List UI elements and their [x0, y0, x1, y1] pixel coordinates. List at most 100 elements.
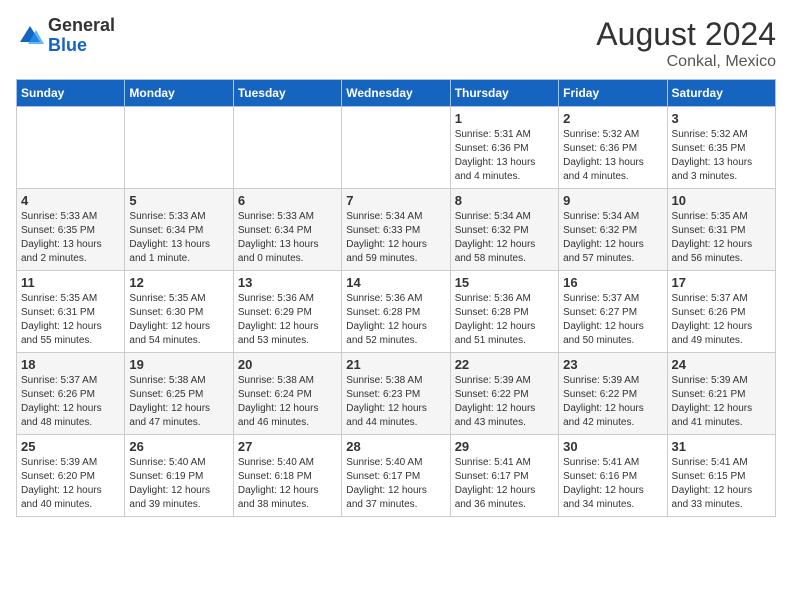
- calendar-cell: 22 Sunrise: 5:39 AM Sunset: 6:22 PM Dayli…: [450, 353, 558, 435]
- logo-general-text: General: [48, 15, 115, 35]
- calendar-cell: 27 Sunrise: 5:40 AM Sunset: 6:18 PM Dayli…: [233, 435, 341, 517]
- day-number: 24: [672, 357, 771, 372]
- day-number: 29: [455, 439, 554, 454]
- calendar-header-row: SundayMondayTuesdayWednesdayThursdayFrid…: [17, 80, 776, 107]
- calendar-cell: 28 Sunrise: 5:40 AM Sunset: 6:17 PM Dayli…: [342, 435, 450, 517]
- day-info: Sunrise: 5:35 AM Sunset: 6:30 PM Dayligh…: [129, 292, 228, 348]
- day-info: Sunrise: 5:35 AM Sunset: 6:31 PM Dayligh…: [21, 292, 120, 348]
- header-day-tuesday: Tuesday: [233, 80, 341, 107]
- title-block: August 2024 Conkal, Mexico: [596, 16, 776, 71]
- day-number: 2: [563, 111, 662, 126]
- day-info: Sunrise: 5:35 AM Sunset: 6:31 PM Dayligh…: [672, 210, 771, 266]
- day-info: Sunrise: 5:32 AM Sunset: 6:35 PM Dayligh…: [672, 128, 771, 184]
- day-number: 10: [672, 193, 771, 208]
- day-info: Sunrise: 5:40 AM Sunset: 6:19 PM Dayligh…: [129, 456, 228, 512]
- calendar-cell: 17 Sunrise: 5:37 AM Sunset: 6:26 PM Dayli…: [667, 271, 775, 353]
- day-number: 1: [455, 111, 554, 126]
- day-info: Sunrise: 5:41 AM Sunset: 6:16 PM Dayligh…: [563, 456, 662, 512]
- calendar-cell: 2Sunrise: 5:32 AM Sunset: 6:36 PM Daylig…: [559, 107, 667, 189]
- calendar-cell: 19 Sunrise: 5:38 AM Sunset: 6:25 PM Dayli…: [125, 353, 233, 435]
- day-number: 13: [238, 275, 337, 290]
- calendar-cell: 25 Sunrise: 5:39 AM Sunset: 6:20 PM Dayli…: [17, 435, 125, 517]
- day-number: 21: [346, 357, 445, 372]
- day-info: Sunrise: 5:38 AM Sunset: 6:23 PM Dayligh…: [346, 374, 445, 430]
- day-info: Sunrise: 5:41 AM Sunset: 6:15 PM Dayligh…: [672, 456, 771, 512]
- day-info: Sunrise: 5:31 AM Sunset: 6:36 PM Dayligh…: [455, 128, 554, 184]
- day-number: 12: [129, 275, 228, 290]
- day-number: 8: [455, 193, 554, 208]
- day-info: Sunrise: 5:33 AM Sunset: 6:34 PM Dayligh…: [238, 210, 337, 266]
- day-info: Sunrise: 5:40 AM Sunset: 6:17 PM Dayligh…: [346, 456, 445, 512]
- day-info: Sunrise: 5:39 AM Sunset: 6:21 PM Dayligh…: [672, 374, 771, 430]
- calendar-cell: 26 Sunrise: 5:40 AM Sunset: 6:19 PM Dayli…: [125, 435, 233, 517]
- day-number: 11: [21, 275, 120, 290]
- calendar-cell: 31Sunrise: 5:41 AM Sunset: 6:15 PM Dayli…: [667, 435, 775, 517]
- calendar-cell: 6 Sunrise: 5:33 AM Sunset: 6:34 PM Daylig…: [233, 189, 341, 271]
- calendar-week-row: 25 Sunrise: 5:39 AM Sunset: 6:20 PM Dayli…: [17, 435, 776, 517]
- calendar-cell: 21 Sunrise: 5:38 AM Sunset: 6:23 PM Dayli…: [342, 353, 450, 435]
- calendar-cell: 24 Sunrise: 5:39 AM Sunset: 6:21 PM Dayli…: [667, 353, 775, 435]
- day-number: 3: [672, 111, 771, 126]
- day-info: Sunrise: 5:41 AM Sunset: 6:17 PM Dayligh…: [455, 456, 554, 512]
- day-number: 9: [563, 193, 662, 208]
- day-number: 30: [563, 439, 662, 454]
- header: General Blue August 2024 Conkal, Mexico: [16, 16, 776, 71]
- logo: General Blue: [16, 16, 115, 56]
- day-info: Sunrise: 5:38 AM Sunset: 6:25 PM Dayligh…: [129, 374, 228, 430]
- day-number: 6: [238, 193, 337, 208]
- calendar-cell: 11 Sunrise: 5:35 AM Sunset: 6:31 PM Dayli…: [17, 271, 125, 353]
- calendar-cell: 7Sunrise: 5:34 AM Sunset: 6:33 PM Daylig…: [342, 189, 450, 271]
- day-number: 25: [21, 439, 120, 454]
- header-day-thursday: Thursday: [450, 80, 558, 107]
- day-info: Sunrise: 5:39 AM Sunset: 6:20 PM Dayligh…: [21, 456, 120, 512]
- day-info: Sunrise: 5:37 AM Sunset: 6:26 PM Dayligh…: [21, 374, 120, 430]
- day-number: 4: [21, 193, 120, 208]
- calendar-cell: 16Sunrise: 5:37 AM Sunset: 6:27 PM Dayli…: [559, 271, 667, 353]
- calendar-cell: 1 Sunrise: 5:31 AM Sunset: 6:36 PM Daylig…: [450, 107, 558, 189]
- day-number: 15: [455, 275, 554, 290]
- day-info: Sunrise: 5:40 AM Sunset: 6:18 PM Dayligh…: [238, 456, 337, 512]
- day-number: 23: [563, 357, 662, 372]
- calendar-cell: 23 Sunrise: 5:39 AM Sunset: 6:22 PM Dayli…: [559, 353, 667, 435]
- calendar-title: August 2024: [596, 16, 776, 53]
- calendar-cell: 20 Sunrise: 5:38 AM Sunset: 6:24 PM Dayli…: [233, 353, 341, 435]
- calendar-cell: 4 Sunrise: 5:33 AM Sunset: 6:35 PM Daylig…: [17, 189, 125, 271]
- day-number: 22: [455, 357, 554, 372]
- day-number: 19: [129, 357, 228, 372]
- day-info: Sunrise: 5:34 AM Sunset: 6:32 PM Dayligh…: [563, 210, 662, 266]
- day-info: Sunrise: 5:33 AM Sunset: 6:35 PM Dayligh…: [21, 210, 120, 266]
- day-number: 16: [563, 275, 662, 290]
- day-info: Sunrise: 5:39 AM Sunset: 6:22 PM Dayligh…: [455, 374, 554, 430]
- calendar-cell: 10 Sunrise: 5:35 AM Sunset: 6:31 PM Dayli…: [667, 189, 775, 271]
- header-day-friday: Friday: [559, 80, 667, 107]
- day-number: 18: [21, 357, 120, 372]
- day-info: Sunrise: 5:39 AM Sunset: 6:22 PM Dayligh…: [563, 374, 662, 430]
- logo-icon: [16, 22, 44, 50]
- calendar-cell: 9 Sunrise: 5:34 AM Sunset: 6:32 PM Daylig…: [559, 189, 667, 271]
- day-number: 14: [346, 275, 445, 290]
- day-info: Sunrise: 5:33 AM Sunset: 6:34 PM Dayligh…: [129, 210, 228, 266]
- day-number: 26: [129, 439, 228, 454]
- calendar-week-row: 18 Sunrise: 5:37 AM Sunset: 6:26 PM Dayli…: [17, 353, 776, 435]
- calendar-cell: 8Sunrise: 5:34 AM Sunset: 6:32 PM Daylig…: [450, 189, 558, 271]
- calendar-cell: 29 Sunrise: 5:41 AM Sunset: 6:17 PM Dayli…: [450, 435, 558, 517]
- day-info: Sunrise: 5:37 AM Sunset: 6:26 PM Dayligh…: [672, 292, 771, 348]
- calendar-cell: 12 Sunrise: 5:35 AM Sunset: 6:30 PM Dayli…: [125, 271, 233, 353]
- calendar-cell: 14Sunrise: 5:36 AM Sunset: 6:28 PM Dayli…: [342, 271, 450, 353]
- calendar-cell: [17, 107, 125, 189]
- day-info: Sunrise: 5:38 AM Sunset: 6:24 PM Dayligh…: [238, 374, 337, 430]
- day-number: 20: [238, 357, 337, 372]
- calendar-cell: 5Sunrise: 5:33 AM Sunset: 6:34 PM Daylig…: [125, 189, 233, 271]
- calendar-cell: 3 Sunrise: 5:32 AM Sunset: 6:35 PM Daylig…: [667, 107, 775, 189]
- calendar-table: SundayMondayTuesdayWednesdayThursdayFrid…: [16, 79, 776, 517]
- calendar-cell: [125, 107, 233, 189]
- day-number: 17: [672, 275, 771, 290]
- header-day-sunday: Sunday: [17, 80, 125, 107]
- header-day-wednesday: Wednesday: [342, 80, 450, 107]
- day-number: 28: [346, 439, 445, 454]
- calendar-cell: 18 Sunrise: 5:37 AM Sunset: 6:26 PM Dayli…: [17, 353, 125, 435]
- calendar-cell: 30 Sunrise: 5:41 AM Sunset: 6:16 PM Dayli…: [559, 435, 667, 517]
- calendar-cell: 13Sunrise: 5:36 AM Sunset: 6:29 PM Dayli…: [233, 271, 341, 353]
- day-number: 27: [238, 439, 337, 454]
- calendar-cell: 15Sunrise: 5:36 AM Sunset: 6:28 PM Dayli…: [450, 271, 558, 353]
